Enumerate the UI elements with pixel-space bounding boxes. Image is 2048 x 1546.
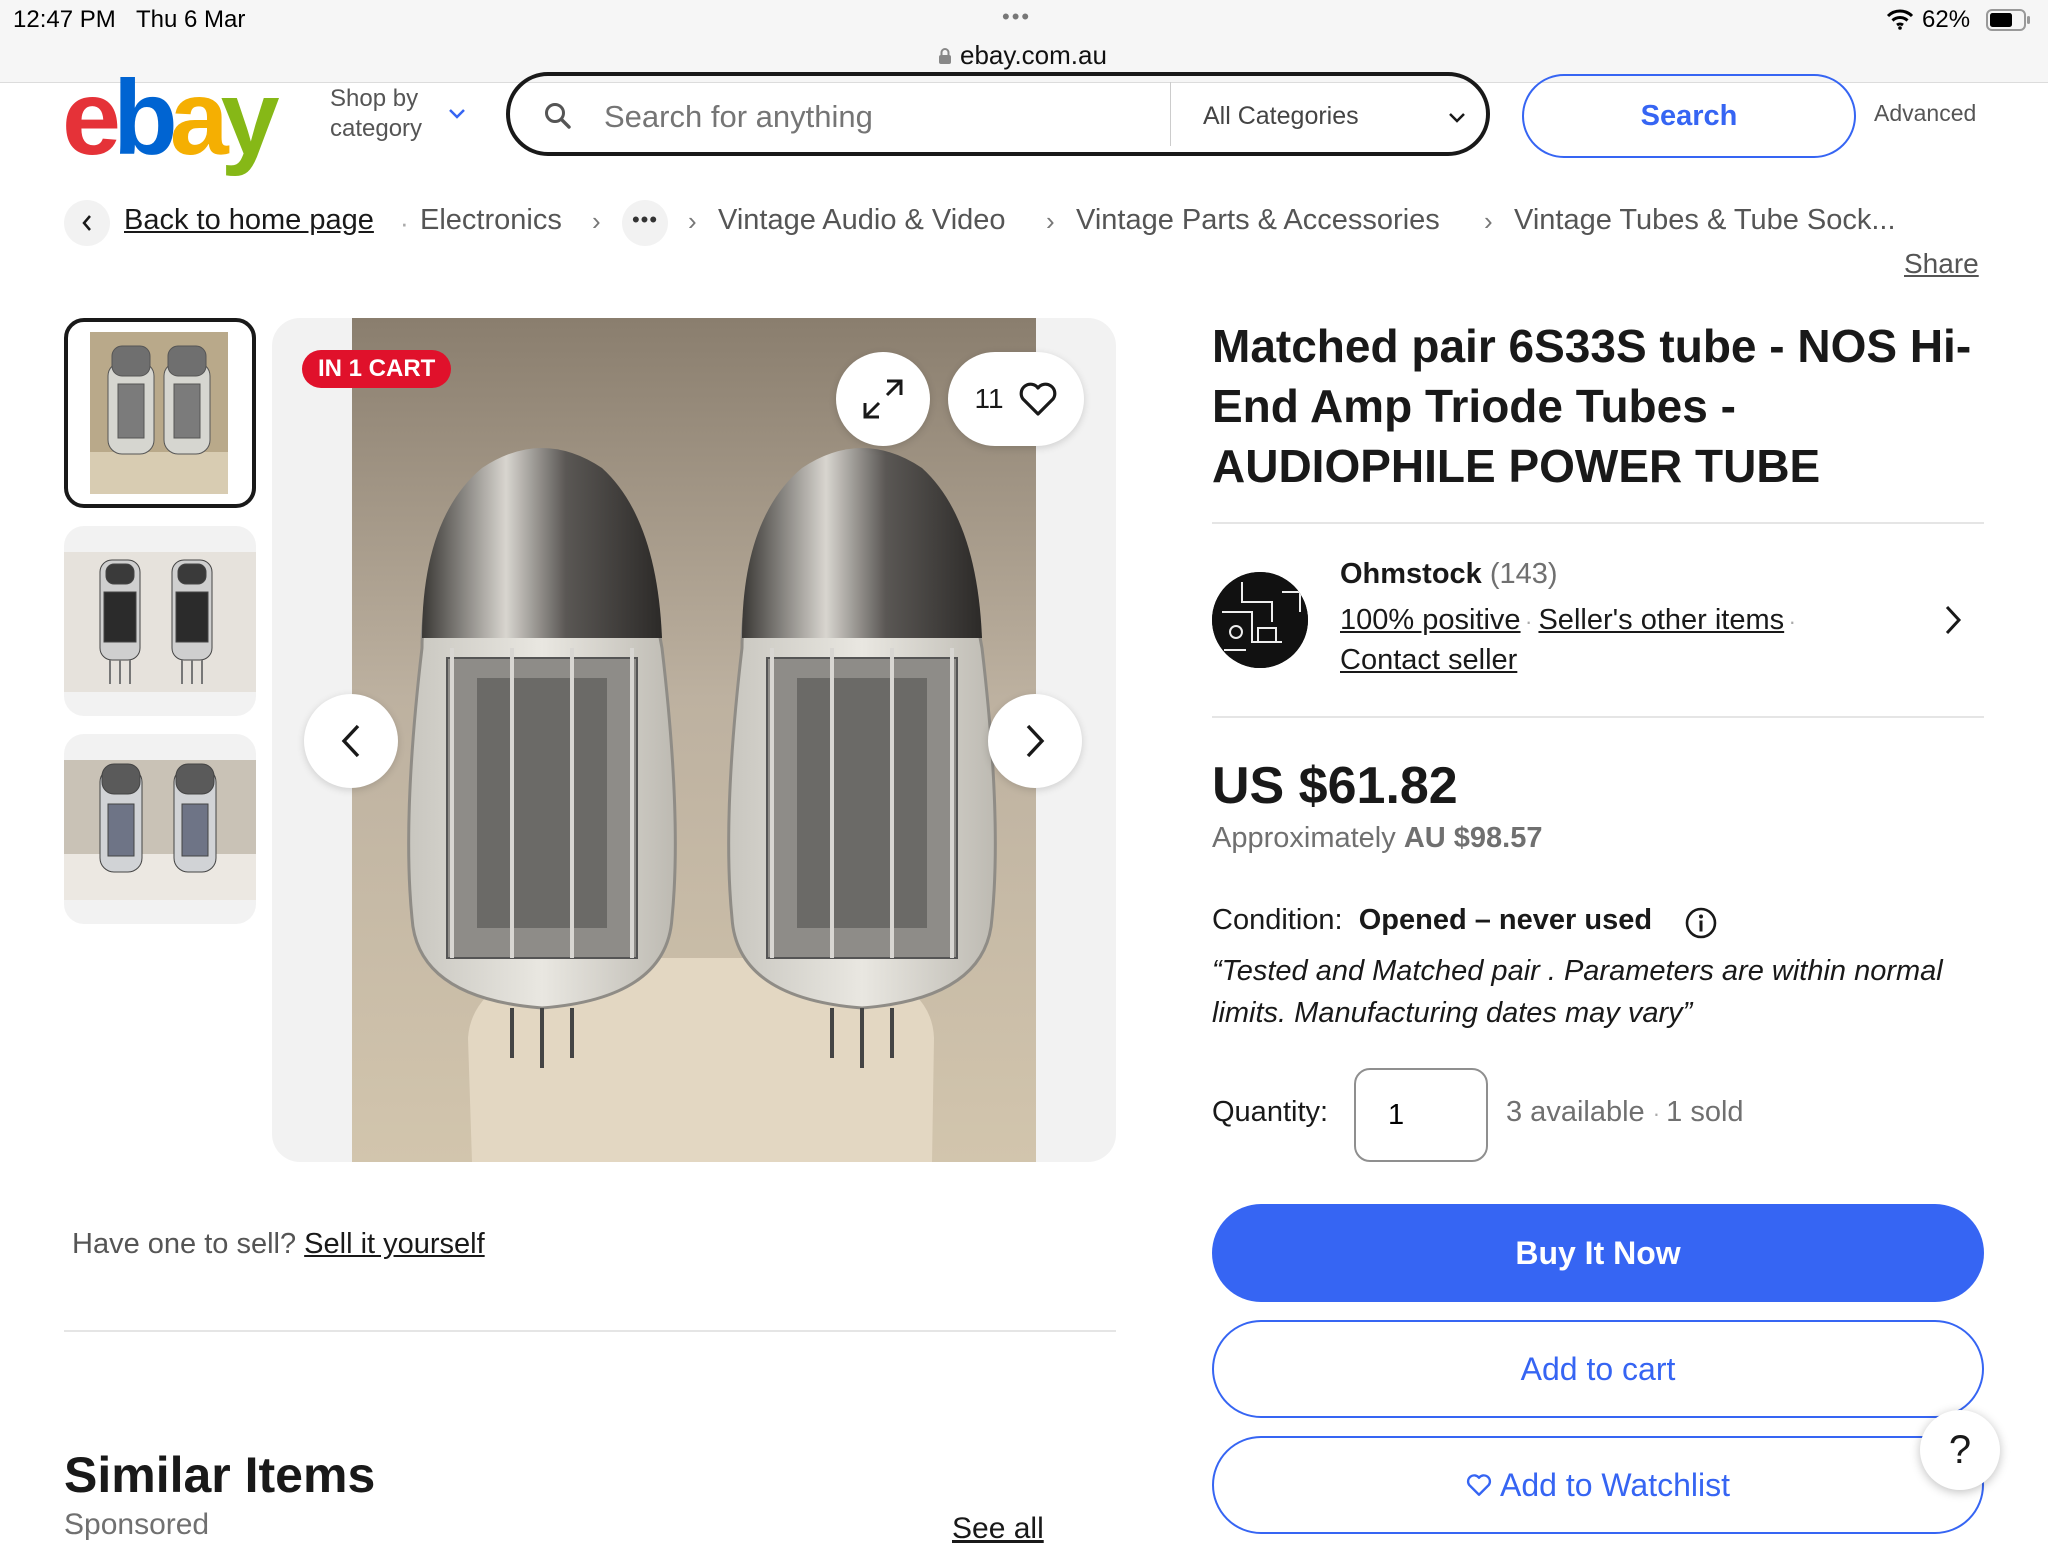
divider [64,1330,1116,1332]
chevron-right-icon: › [688,206,697,236]
add-to-watchlist-button[interactable]: Add to Watchlist [1212,1436,1984,1534]
category-select[interactable]: All Categories [1203,102,1359,131]
thumbnail-2[interactable] [64,526,256,716]
expand-image-button[interactable] [836,352,930,446]
price: US $61.82 [1212,757,1458,815]
chevron-down-icon[interactable] [1448,112,1466,124]
approx-value: AU $98.57 [1403,822,1543,854]
advanced-search-link[interactable]: Advanced [1874,100,1976,127]
chevron-right-icon[interactable] [1944,604,1962,636]
buy-it-now-button[interactable]: Buy It Now [1212,1204,1984,1302]
condition-label: Condition: [1212,904,1343,936]
seller-links: 100% positive · Seller's other items · [1340,604,1796,637]
battery-percent: 62% [1922,6,1971,33]
add-to-cart-button[interactable]: Add to cart [1212,1320,1984,1418]
breadcrumb-vintage-tubes[interactable]: Vintage Tubes & Tube Sock... [1514,204,1896,237]
search-input[interactable] [602,98,1126,136]
help-button[interactable]: ? [1920,1410,2000,1490]
ebay-logo[interactable]: ebay [62,65,280,171]
url-text: ebay.com.au [960,40,1107,70]
chevron-right-icon: › [1484,206,1493,236]
heart-icon [1019,382,1056,416]
separator-dot: · [400,208,409,238]
search-button[interactable]: Search [1522,74,1856,158]
back-button[interactable] [64,200,110,246]
watch-count: 11 [974,383,1004,414]
thumbnail-3[interactable] [64,734,256,924]
status-time: 12:47 PM [13,6,116,33]
condition-value: Opened – never used [1358,904,1653,936]
sell-prompt-text: Have one to sell? [72,1228,297,1260]
breadcrumb-vintage-parts[interactable]: Vintage Parts & Accessories [1076,204,1440,237]
see-all-link[interactable]: See all [952,1512,1044,1546]
approx-price: Approximately AU $98.57 [1212,822,1542,855]
seller-avatar[interactable] [1212,572,1308,668]
listing-title: Matched pair 6S33S tube - NOS Hi-End Amp… [1212,320,1972,492]
divider [1212,716,1984,718]
status-date: Thu 6 Mar [136,6,246,33]
info-icon[interactable] [1684,906,1718,940]
category-label: category [330,115,423,142]
add-to-watchlist-label: Add to Watchlist [1499,1466,1730,1503]
similar-items-heading: Similar Items [64,1447,376,1503]
heart-icon [1466,1474,1492,1496]
divider [1212,522,1984,524]
in-cart-badge: IN 1 CART [302,350,452,388]
quantity-label: Quantity: [1212,1096,1329,1128]
shop-by-category-button[interactable]: Shop by category [330,84,422,144]
seller-info: Ohmstock (143) [1340,558,1558,591]
address-bar[interactable]: ebay.com.au [938,40,1107,71]
expand-icon [863,379,903,419]
battery-icon [1986,9,2030,31]
breadcrumb-more-button[interactable]: ••• [622,200,668,246]
approx-prefix: Approximately [1212,822,1396,854]
sell-it-yourself-link[interactable]: Sell it yourself [304,1228,485,1260]
separator-dot: · [1788,609,1796,634]
sold-count: 1 sold [1666,1096,1744,1128]
breadcrumb-electronics[interactable]: Electronics [420,204,562,237]
thumbnail-1[interactable] [64,318,256,508]
contact-seller-row: Contact seller [1340,644,1517,677]
multitask-dots-icon[interactable]: ••• [1002,4,1031,30]
shop-by-label: Shop by [330,85,419,112]
chevron-left-icon [82,215,91,231]
chevron-right-icon: › [1046,206,1055,236]
seller-name[interactable]: Ohmstock [1340,558,1482,590]
search-bar[interactable]: All Categories [506,72,1490,156]
chevron-down-icon[interactable] [448,108,466,120]
back-to-home-link[interactable]: Back to home page [124,204,374,237]
positive-feedback-link[interactable]: 100% positive [1340,604,1521,636]
share-link[interactable]: Share [1904,248,1979,280]
separator-dot: · [1525,609,1539,634]
watch-count-button[interactable]: 11 [948,352,1084,446]
chevron-left-icon [341,724,360,758]
previous-image-button[interactable] [304,694,398,788]
search-icon [545,103,571,129]
chevron-right-icon [1026,724,1045,758]
quantity-input[interactable] [1354,1068,1488,1162]
sponsored-label: Sponsored [64,1508,210,1541]
wifi-icon [1886,9,1914,30]
contact-seller-link[interactable]: Contact seller [1340,644,1517,676]
separator-dot: · [1652,1101,1667,1126]
seller-feedback-count: (143) [1489,558,1558,590]
seller-other-items-link[interactable]: Seller's other items [1538,604,1784,636]
condition-row: Condition: Opened – never used [1212,904,1652,937]
condition-description: “Tested and Matched pair . Parameters ar… [1212,955,1943,1029]
next-image-button[interactable] [988,694,1082,788]
available-count: 3 available [1506,1096,1645,1128]
availability: 3 available · 1 sold [1506,1096,1744,1129]
lock-icon [939,47,951,64]
breadcrumb-vintage-audio[interactable]: Vintage Audio & Video [718,204,1006,237]
sell-prompt: Have one to sell? Sell it yourself [72,1228,485,1261]
search-divider [1170,82,1171,146]
chevron-right-icon: › [592,206,601,236]
